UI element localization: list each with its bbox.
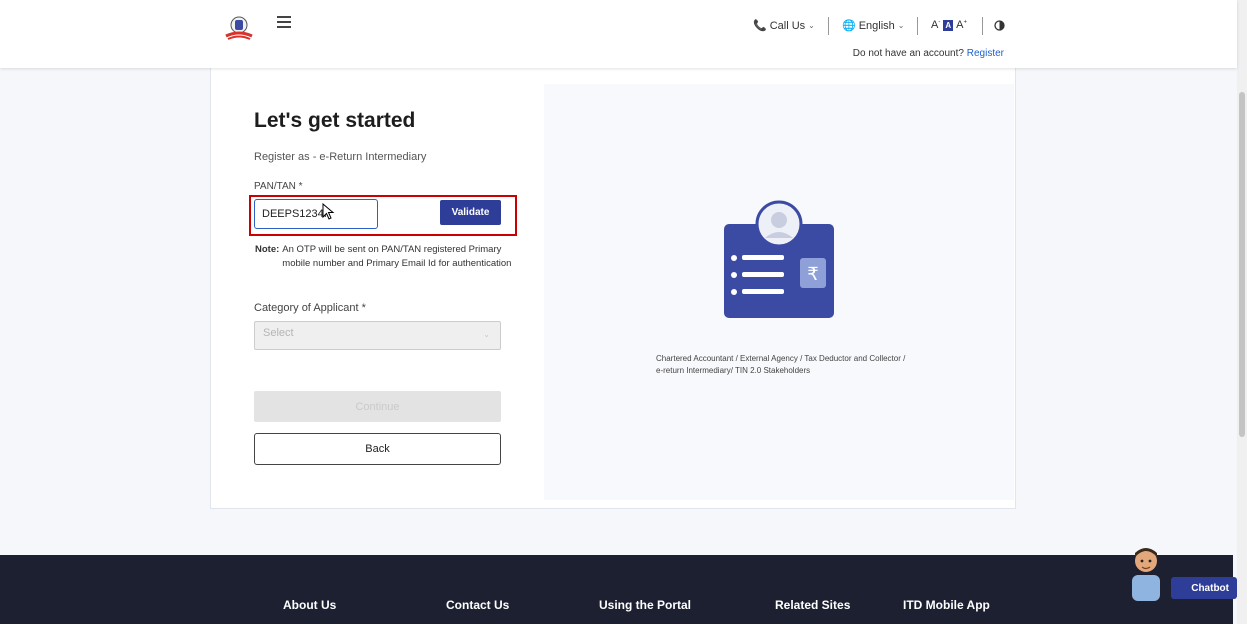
chevron-down-icon: ⌄ (808, 21, 815, 30)
otp-note: Note: An OTP will be sent on PAN/TAN reg… (255, 243, 517, 271)
footer-link-about[interactable]: About Us (283, 598, 336, 612)
emblem-logo[interactable] (222, 14, 256, 42)
call-us-label: Call Us (769, 19, 806, 32)
svg-text:₹: ₹ (807, 264, 818, 285)
no-account-text: Do not have an account? (852, 48, 964, 59)
globe-icon: 🌐 (842, 20, 856, 32)
note-text: An OTP will be sent on PAN/TAN registere… (282, 244, 512, 269)
contrast-icon[interactable] (994, 20, 1005, 31)
header-divider (982, 17, 983, 35)
chatbot-avatar-icon[interactable] (1126, 543, 1166, 601)
category-label: Category of Applicant * (254, 302, 366, 314)
font-normal-button[interactable]: A (943, 19, 954, 31)
back-button[interactable]: Back (254, 433, 501, 465)
chevron-down-icon: ⌄ (897, 21, 905, 30)
footer-link-related-sites[interactable]: Related Sites (775, 598, 850, 612)
language-label: English (858, 19, 895, 32)
category-placeholder: Select (263, 327, 294, 339)
category-select[interactable]: Select ⌄ (254, 321, 501, 350)
footer-link-using-portal[interactable]: Using the Portal (599, 598, 691, 612)
note-label: Note: (255, 244, 280, 255)
footer-link-contact[interactable]: Contact Us (446, 598, 509, 612)
font-increase-button[interactable]: A+ (956, 19, 967, 31)
site-footer (0, 555, 1233, 624)
font-size-controls: A- A A+ (931, 19, 967, 31)
language-menu[interactable]: 🌐 English ⌄ (842, 19, 905, 33)
validate-button[interactable]: Validate (440, 200, 501, 225)
chevron-down-icon: ⌄ (483, 330, 490, 339)
mouse-cursor-icon (322, 203, 335, 220)
footer-link-mobile-app[interactable]: ITD Mobile App (903, 598, 990, 612)
rupee-card-illustration: ₹ (724, 200, 834, 318)
call-us-menu[interactable]: 📞 Call Us ⌄ (753, 19, 815, 33)
register-as-subtitle: Register as - e-Return Intermediary (254, 151, 427, 163)
account-prompt: Do not have an account? Register (853, 48, 1004, 59)
pan-tan-input[interactable] (254, 199, 378, 229)
pan-tan-label: PAN/TAN * (254, 181, 303, 192)
scrollbar-thumb[interactable] (1239, 92, 1245, 437)
site-header: 📞 Call Us ⌄ 🌐 English ⌄ A- A A+ Do not h… (0, 0, 1237, 68)
font-decrease-button[interactable]: A- (931, 19, 940, 31)
chatbot-button[interactable]: Chatbot (1171, 577, 1237, 599)
page-title: Let's get started (254, 109, 416, 132)
phone-icon: 📞 (753, 20, 767, 32)
header-divider (917, 17, 918, 35)
continue-button[interactable]: Continue (254, 391, 501, 422)
stakeholders-description: Chartered Accountant / External Agency /… (656, 354, 906, 375)
hamburger-menu-icon[interactable] (277, 16, 291, 30)
register-link[interactable]: Register (967, 48, 1004, 59)
header-divider (828, 17, 829, 35)
